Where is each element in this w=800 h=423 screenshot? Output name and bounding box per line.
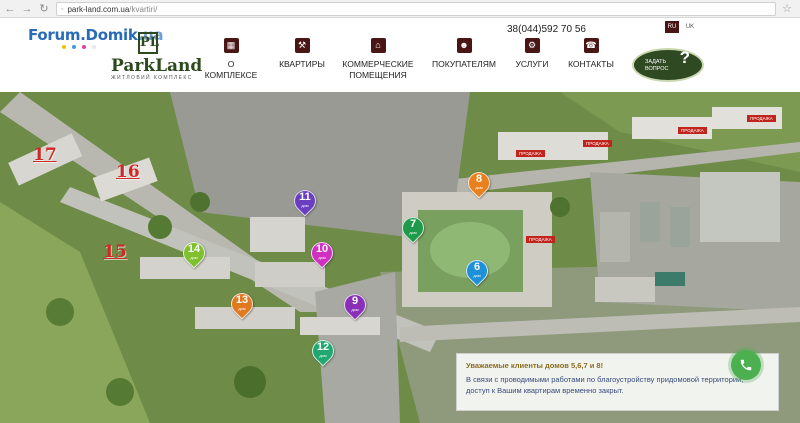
building-icon: ▦ (223, 38, 239, 53)
sale-tag: ПРОДАЖА (583, 140, 612, 147)
storefront-icon: ⌂ (370, 38, 386, 53)
house-pin-7[interactable]: 7 дом (397, 212, 429, 244)
people-icon: ☻ (456, 38, 472, 53)
phone-icon: ☎ (583, 38, 599, 53)
lang-ru[interactable]: RU (665, 21, 679, 33)
url-host: park-land.com.ua (67, 4, 130, 14)
house-pin-12[interactable]: 12 дом (307, 335, 339, 367)
nav-about[interactable]: ▦ О КОМПЛЕКСЕ (201, 38, 261, 81)
nav-contacts-label: КОНТАКТЫ (568, 59, 614, 69)
house-pin-label: дом (190, 255, 198, 260)
notice-body: В связи с проводимыми работами по благоу… (466, 375, 744, 395)
house-pin-label: дом (301, 203, 309, 208)
house-pin-10[interactable]: 10 дом (306, 237, 338, 269)
house-pin-number: 13 (235, 294, 249, 306)
url-path: /kvartiri/ (129, 4, 158, 14)
phone-icon (740, 359, 752, 371)
nav-contacts[interactable]: ☎ КОНТАКТЫ (566, 38, 616, 70)
sale-tag: ПРОДАЖА (526, 236, 555, 243)
house-pin-14[interactable]: 14 дом (178, 237, 210, 269)
house-pin-9[interactable]: 9 дом (339, 289, 371, 321)
house-label-15[interactable]: 15 (103, 242, 127, 262)
house-pin-number: 7 (409, 218, 417, 230)
nav-buyers[interactable]: ☻ ПОКУПАТЕЛЯМ (430, 38, 498, 70)
sale-tag: ПРОДАЖА (747, 115, 776, 122)
nav-commercial-label: КОММЕРЧЕСКИЕ ПОМЕЩЕНИЯ (342, 59, 414, 80)
nav-services[interactable]: ⚙ УСЛУГИ (512, 38, 552, 70)
house-pin-number: 8 (475, 173, 483, 185)
house-pin-8[interactable]: 8 дом (463, 167, 495, 199)
house-pin-label: дом (409, 230, 417, 235)
page-icon: ◦ (61, 5, 64, 13)
house-label-16[interactable]: 16 (116, 162, 140, 182)
house-pin-number: 6 (473, 261, 481, 273)
notice-title: Уважаемые клиенты домов 5,6,7 и 8! (466, 361, 604, 370)
address-bar[interactable]: ◦ park-land.com.ua/kvartiri/ (56, 2, 776, 16)
nav-services-label: УСЛУГИ (515, 59, 549, 69)
house-pin-label: дом (318, 255, 326, 260)
nav-apartments[interactable]: ⚒ КВАРТИРЫ (278, 38, 326, 70)
sale-tag: ПРОДАЖА (678, 127, 707, 134)
nav-about-label: О КОМПЛЕКСЕ (204, 59, 258, 80)
lang-uk[interactable]: UK (683, 21, 697, 33)
parkland-subtitle: ЖИТЛОВИЙ КОМПЛЕКС (111, 75, 193, 81)
house-pin-number: 10 (315, 243, 329, 255)
house-pin-label: дом (475, 185, 483, 190)
house-pin-label: дом (319, 353, 327, 358)
ask-question-button[interactable]: ЗАДАТЬ ВОПРОС ? (632, 48, 704, 82)
browser-toolbar: ← → ↻ ◦ park-land.com.ua/kvartiri/ ☆ (0, 0, 800, 18)
wrench-icon: ⚙ (524, 38, 540, 53)
house-pin-13[interactable]: 13 дом (226, 288, 258, 320)
nav-buyers-label: ПОКУПАТЕЛЯМ (432, 59, 496, 69)
forum-logo-text: Forum.Domik (28, 26, 138, 44)
house-pin-number: 11 (299, 191, 311, 203)
nav-apartments-label: КВАРТИРЫ (279, 59, 325, 69)
back-icon[interactable]: ← (3, 2, 17, 16)
nav-commercial[interactable]: ⌂ КОММЕРЧЕСКИЕ ПОМЕЩЕНИЯ (340, 38, 416, 81)
hammer-icon: ⚒ (294, 38, 310, 53)
house-pin-11[interactable]: 11 дом (289, 185, 321, 217)
parkland-logo[interactable]: ParkLand (111, 56, 202, 76)
house-pin-number: 14 (187, 243, 201, 255)
house-label-17[interactable]: 17 (33, 145, 57, 165)
question-mark-icon: ? (679, 48, 690, 67)
house-pin-6[interactable]: 6 дом (461, 255, 493, 287)
ask-question-label: ЗАДАТЬ ВОПРОС (645, 59, 669, 72)
reload-icon[interactable]: ↻ (37, 2, 51, 16)
house-pin-label: дом (473, 273, 481, 278)
sale-tag: ПРОДАЖА (516, 150, 545, 157)
forward-icon[interactable]: → (20, 2, 34, 16)
house-pin-number: 9 (351, 295, 359, 307)
house-pin-label: дом (238, 306, 246, 311)
site-header: Forum.Domik.ua PL ParkLand ЖИТЛОВИЙ КОМП… (0, 18, 800, 92)
forum-logo-dots (62, 45, 96, 49)
house-pin-number: 12 (316, 341, 330, 353)
phone-number[interactable]: 38(044)592 70 56 (507, 24, 586, 35)
house-pin-label: дом (351, 307, 359, 312)
parkland-mark-icon: PL (138, 32, 159, 54)
call-button[interactable] (731, 350, 761, 380)
bookmark-star-icon[interactable]: ☆ (782, 2, 792, 15)
